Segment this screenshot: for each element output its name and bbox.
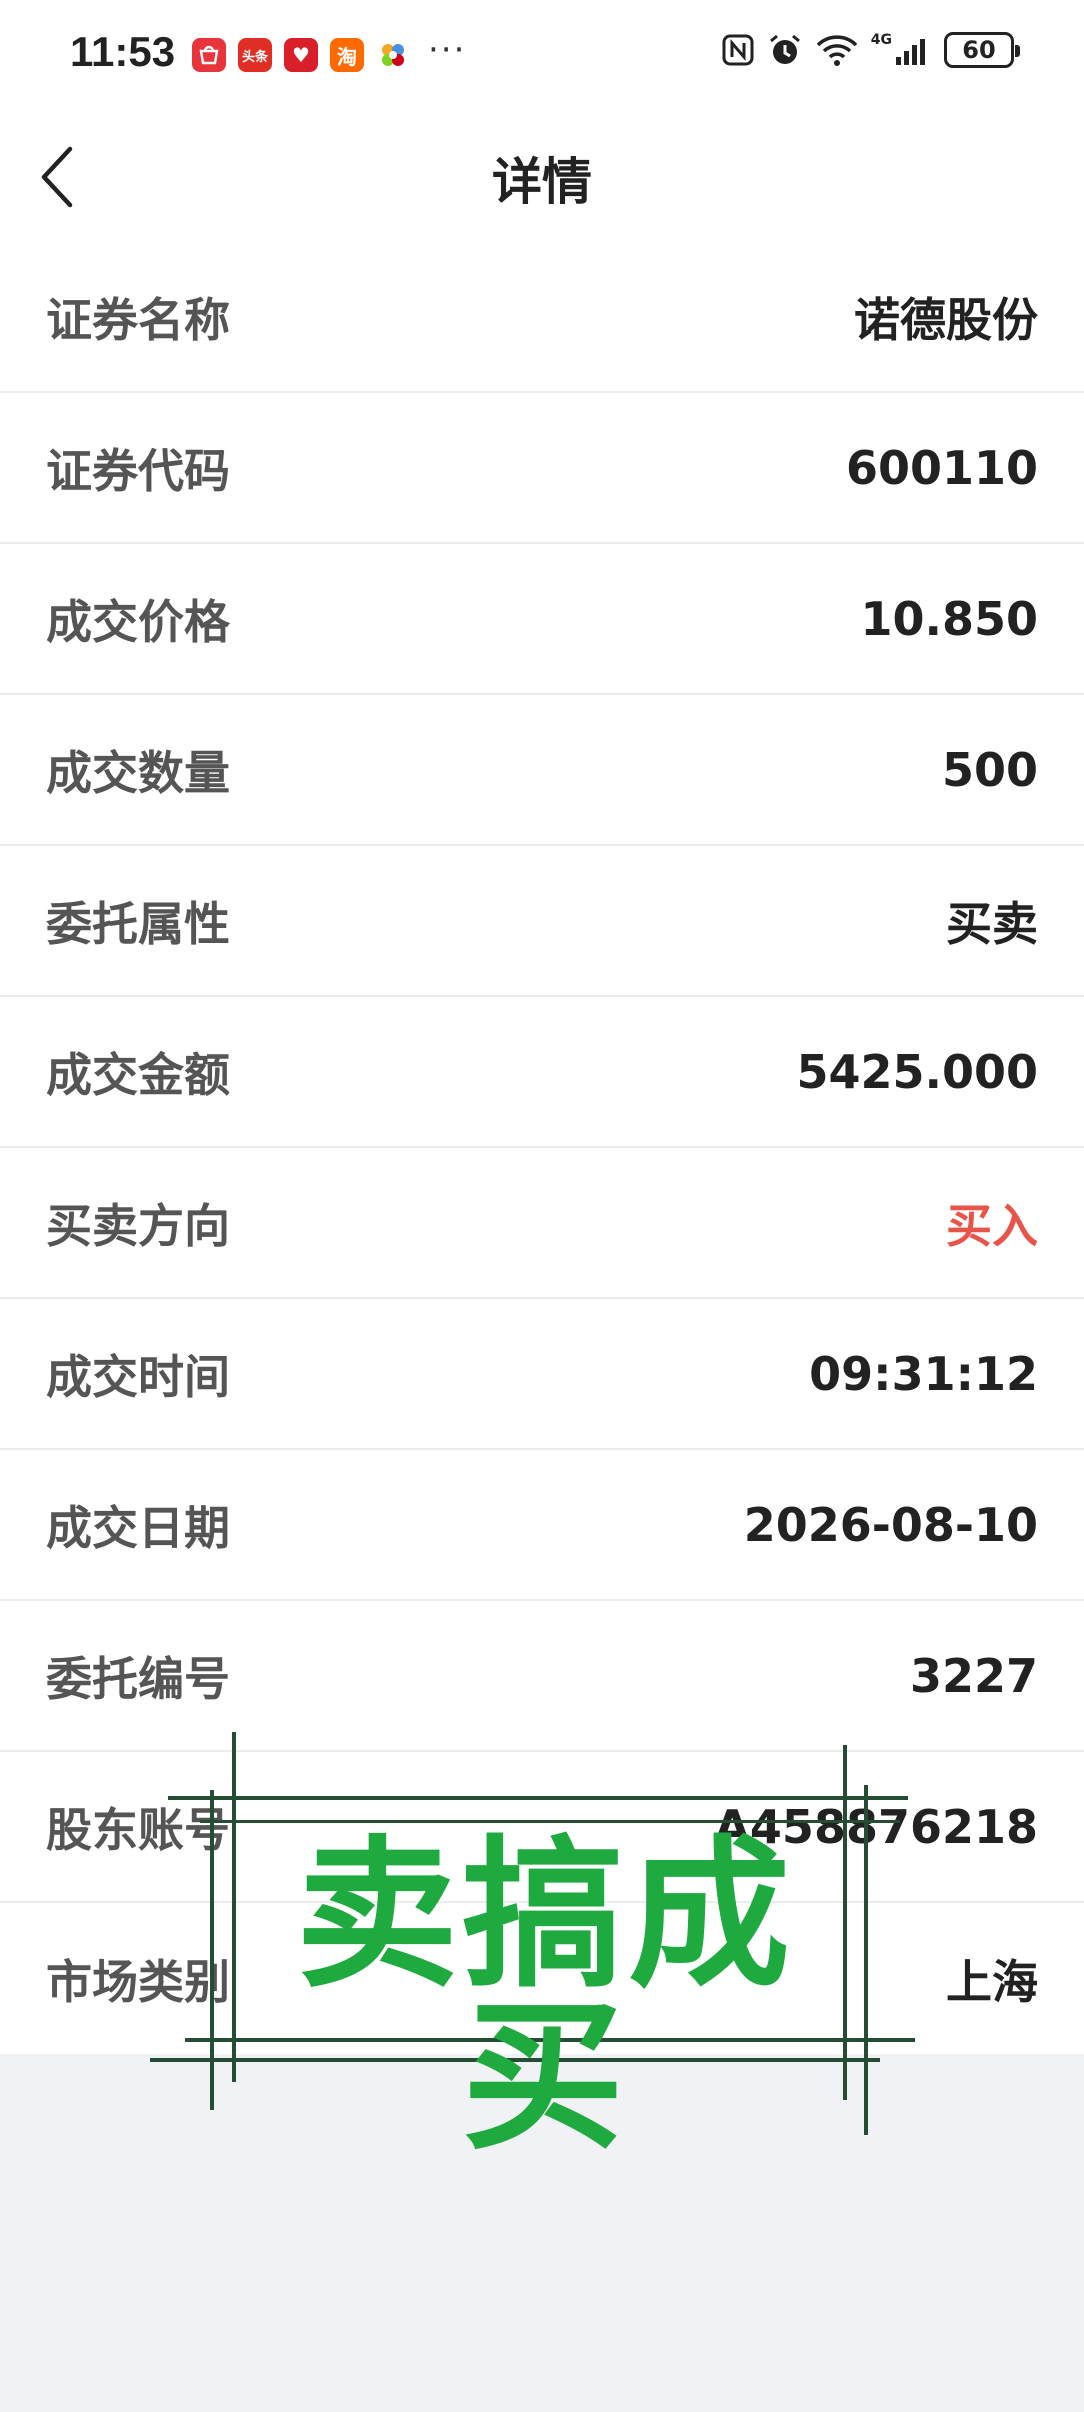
system-icons: 4G 60	[721, 32, 1020, 68]
signal-icon	[894, 33, 932, 67]
status-time: 11:53	[70, 28, 176, 75]
detail-row-deal-amount: 成交金额 5425.000	[0, 997, 1084, 1148]
alarm-icon	[767, 32, 803, 68]
row-label: 成交时间	[46, 1349, 230, 1404]
status-bar: 11:53 头条 ♥ 淘 ··· 4G 60	[0, 0, 1084, 112]
detail-row-deal-quantity: 成交数量 500	[0, 695, 1084, 846]
detail-row-deal-time: 成交时间 09:31:12	[0, 1299, 1084, 1450]
detail-row-security-code: 证券代码 600110	[0, 393, 1084, 544]
stamp-frame-line	[150, 2058, 880, 2062]
detail-row-security-name: 证券名称 诺德股份	[0, 242, 1084, 393]
row-value: 2026-08-10	[743, 1497, 1038, 1552]
row-value: 10.850	[860, 591, 1038, 646]
row-label: 股东账号	[46, 1802, 230, 1857]
detail-list: 证券名称 诺德股份 证券代码 600110 成交价格 10.850 成交数量 5…	[0, 242, 1084, 2054]
row-value: A458876218	[714, 1799, 1038, 1854]
trade-detail-screen: 11:53 头条 ♥ 淘 ··· 4G 60 详情 证券名称 诺德股份 证券代码…	[0, 0, 1084, 2412]
trade-direction-value: 买入	[946, 1198, 1038, 1253]
row-value: 买卖	[946, 896, 1038, 951]
notification-app-icons: 头条 ♥ 淘	[192, 38, 410, 72]
battery-icon: 60	[944, 32, 1020, 68]
row-value: 上海	[946, 1954, 1038, 2009]
more-notifications-icon: ···	[428, 30, 467, 70]
taobao-icon: 淘	[330, 38, 364, 72]
detail-row-order-number: 委托编号 3227	[0, 1601, 1084, 1752]
huawei-store-icon	[192, 38, 226, 72]
network-type-label: 4G	[870, 32, 892, 48]
row-label: 成交日期	[46, 1500, 230, 1555]
detail-row-market-type: 市场类别 上海	[0, 1903, 1084, 2054]
row-value: 09:31:12	[809, 1346, 1038, 1401]
row-value: 600110	[845, 440, 1038, 495]
page-title: 详情	[492, 153, 592, 211]
nav-header: 详情	[0, 112, 1084, 242]
row-label: 证券代码	[46, 443, 230, 498]
toutiao-icon: 头条	[238, 38, 272, 72]
row-label: 市场类别	[46, 1954, 230, 2009]
row-label: 委托属性	[46, 896, 230, 951]
pinwheel-app-icon	[376, 38, 410, 72]
detail-row-order-attribute: 委托属性 买卖	[0, 846, 1084, 997]
row-label: 成交金额	[46, 1047, 230, 1102]
wifi-icon	[815, 33, 859, 67]
heart-app-icon: ♥	[284, 38, 318, 72]
detail-row-deal-price: 成交价格 10.850	[0, 544, 1084, 695]
detail-row-deal-date: 成交日期 2026-08-10	[0, 1450, 1084, 1601]
row-label: 买卖方向	[46, 1198, 230, 1253]
row-label: 委托编号	[46, 1651, 230, 1706]
row-value: 500	[941, 742, 1038, 797]
detail-row-trade-direction: 买卖方向 买入	[0, 1148, 1084, 1299]
row-label: 成交价格	[46, 594, 230, 649]
nfc-icon	[721, 33, 755, 67]
battery-level: 60	[962, 36, 996, 64]
detail-row-shareholder-account: 股东账号 A458876218	[0, 1752, 1084, 1903]
row-value: 诺德股份	[854, 292, 1038, 347]
row-value: 5425.000	[796, 1044, 1038, 1099]
row-value: 3227	[909, 1648, 1038, 1703]
row-label: 证券名称	[46, 292, 230, 347]
row-label: 成交数量	[46, 745, 230, 800]
